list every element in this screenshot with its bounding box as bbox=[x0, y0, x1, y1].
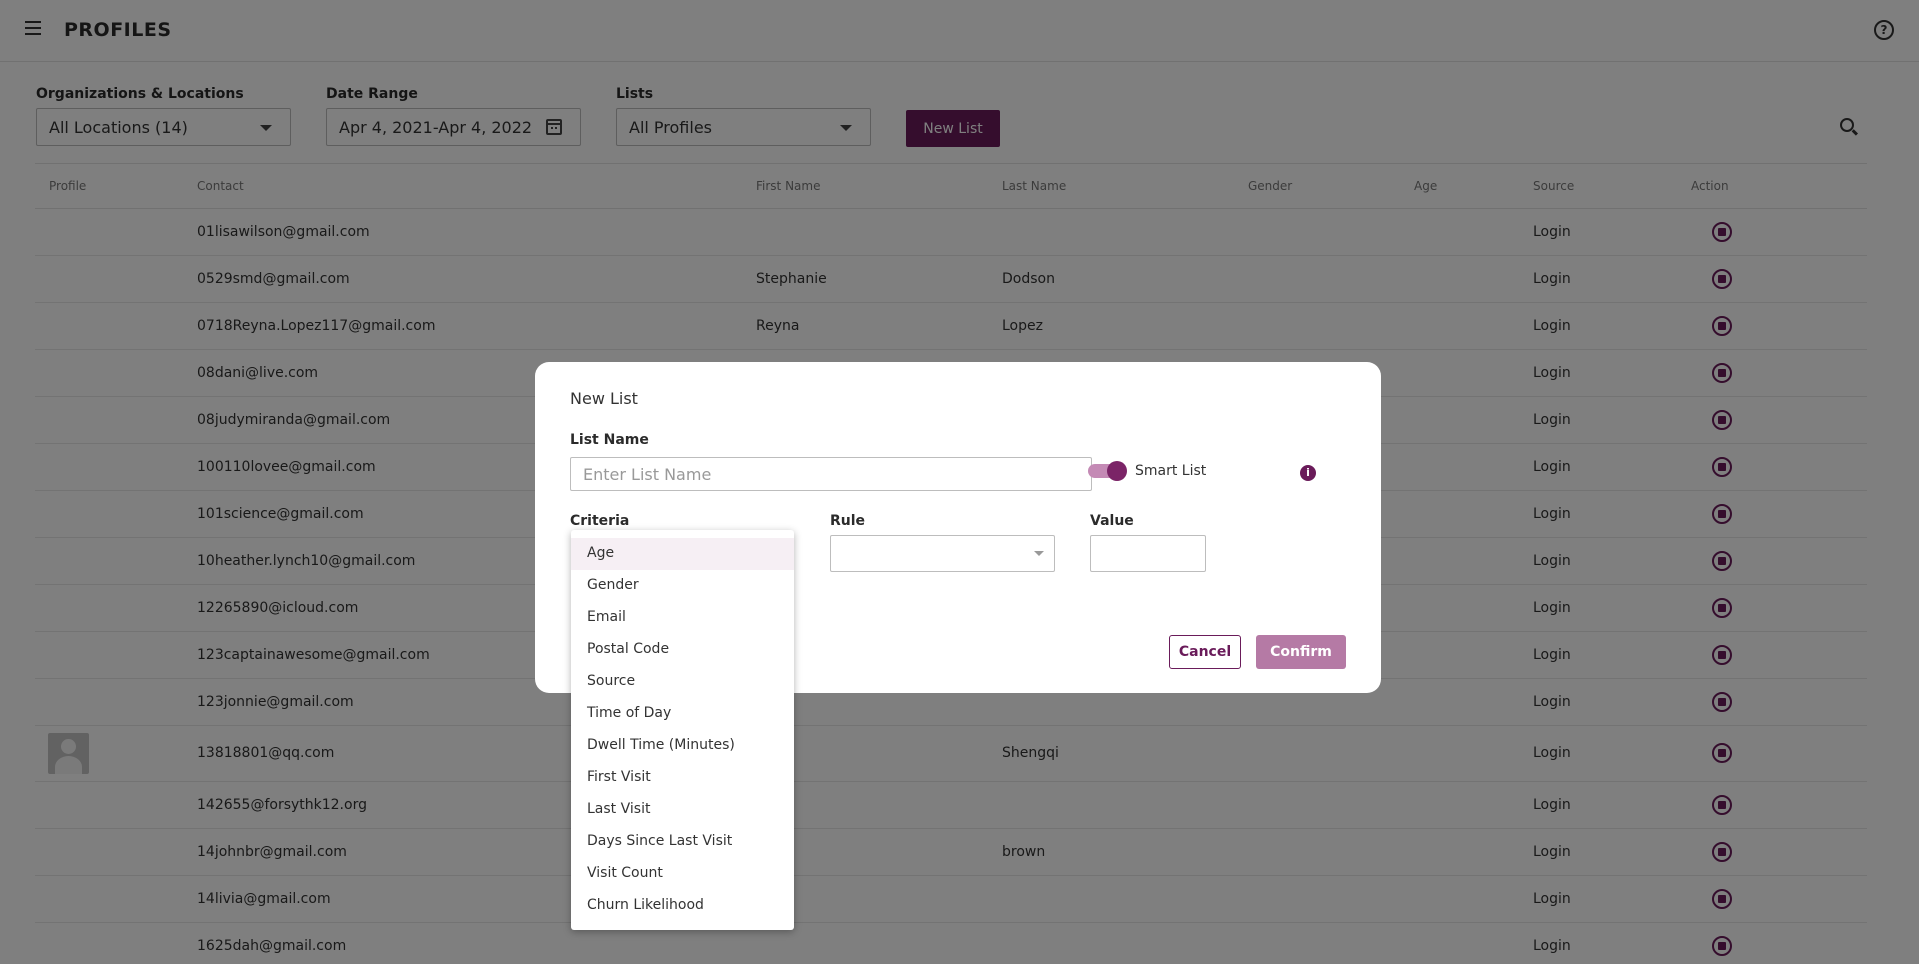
list-name-input[interactable] bbox=[570, 457, 1092, 491]
cancel-button[interactable]: Cancel bbox=[1169, 635, 1241, 669]
criteria-option[interactable]: Churn Likelihood bbox=[571, 890, 794, 922]
criteria-option[interactable]: First Visit bbox=[571, 762, 794, 794]
confirm-button[interactable]: Confirm bbox=[1256, 635, 1346, 669]
criteria-option[interactable]: Postal Code bbox=[571, 634, 794, 666]
criteria-option[interactable]: Last Visit bbox=[571, 794, 794, 826]
criteria-label: Criteria bbox=[570, 513, 630, 529]
modal-title: New List bbox=[570, 389, 638, 408]
caret-down-icon bbox=[1034, 551, 1044, 556]
rule-select[interactable] bbox=[830, 535, 1055, 572]
smart-list-toggle[interactable] bbox=[1088, 461, 1127, 481]
rule-label: Rule bbox=[830, 513, 866, 529]
smart-list-label: Smart List bbox=[1135, 463, 1207, 479]
criteria-option[interactable]: Time of Day bbox=[571, 698, 794, 730]
criteria-option[interactable]: Gender bbox=[571, 570, 794, 602]
value-label: Value bbox=[1090, 513, 1134, 529]
criteria-option[interactable]: Visit Count bbox=[571, 858, 794, 890]
list-name-label: List Name bbox=[570, 432, 649, 448]
criteria-option[interactable]: Days Since Last Visit bbox=[571, 826, 794, 858]
info-icon[interactable]: i bbox=[1300, 465, 1316, 481]
criteria-option[interactable]: Age bbox=[571, 538, 794, 570]
value-input[interactable] bbox=[1090, 535, 1206, 572]
criteria-option[interactable]: Email bbox=[571, 602, 794, 634]
criteria-dropdown-menu: Age Gender Email Postal Code Source Time of D… bbox=[571, 530, 794, 930]
criteria-option[interactable]: Source bbox=[571, 666, 794, 698]
criteria-option[interactable]: Dwell Time (Minutes) bbox=[571, 730, 794, 762]
